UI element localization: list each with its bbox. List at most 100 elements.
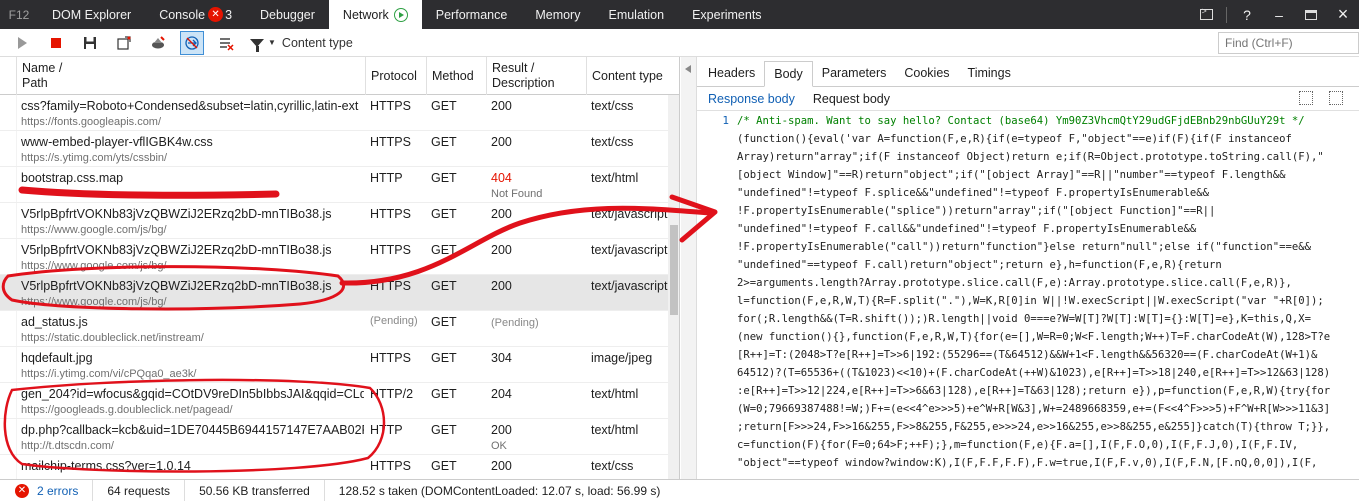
tab-memory[interactable]: Memory (521, 0, 594, 29)
content-type-filter-button[interactable]: ▼ Content type (248, 31, 355, 55)
dock-button[interactable] (1295, 0, 1327, 29)
error-count-link[interactable]: 2 errors (29, 479, 94, 501)
cell-result: 200 (486, 95, 586, 131)
cell-protocol: HTTPS (370, 207, 411, 221)
cell-name: hqdefault.jpg https://i.ytimg.com/vi/cPQq… (16, 347, 364, 383)
request-path: http://t.dtscdn.com/ (21, 440, 114, 452)
tab-headers[interactable]: Headers (699, 60, 764, 86)
collapse-arrow-icon[interactable] (685, 65, 691, 73)
table-row[interactable]: V5rlpBpfrtVOKNb83jVzQBWZiJ2ERzq2bD-mnTIB… (0, 203, 668, 239)
result-code: 200 (491, 459, 512, 473)
status-bar: ✕ 2 errors 64 requests 50.56 KB transfer… (0, 479, 1359, 501)
grid-scrollbar[interactable] (668, 95, 679, 479)
always-download-button[interactable] (180, 30, 204, 55)
table-row[interactable]: mailchip-terms.css?ver=1.0.14 HTTPS GET 200… (0, 455, 668, 479)
cell-content-type: image/jpeg (591, 351, 653, 365)
tab-emulation[interactable]: Emulation (594, 0, 678, 29)
grid-scrollbar-thumb[interactable] (670, 225, 678, 315)
request-path: https://static.doubleclick.net/instream/ (21, 332, 204, 344)
request-name: V5rlpBpfrtVOKNb83jVzQBWZiJ2ERzq2bD-mnTIB… (21, 243, 332, 257)
table-row[interactable]: dp.php?callback=kcb&uid=1DE70445B6944157… (0, 419, 668, 455)
always-refresh-button[interactable] (112, 31, 136, 55)
request-name: V5rlpBpfrtVOKNb83jVzQBWZiJ2ERzq2bD-mnTIB… (21, 279, 332, 293)
cell-content-type: text/html (591, 423, 639, 437)
table-row[interactable]: V5rlpBpfrtVOKNb83jVzQBWZiJ2ERzq2bD-mnTIB… (0, 239, 668, 275)
cell-name: V5rlpBpfrtVOKNb83jVzQBWZiJ2ERzq2bD-mnTIB… (16, 275, 364, 311)
column-method[interactable]: Method (426, 57, 486, 95)
table-row[interactable]: css?family=Roboto+Condensed&subset=latin… (0, 95, 668, 131)
code-line: for(;R.length&&(T=R.shift());)R.length||… (737, 313, 1312, 325)
divider (1226, 6, 1227, 23)
pane-splitter[interactable] (681, 57, 697, 479)
cell-name: dp.php?callback=kcb&uid=1DE70445B6944157… (16, 419, 364, 455)
column-result[interactable]: Result / Description (486, 57, 586, 95)
table-row[interactable]: gen_204?id=wfocus&gqid=COtDV9reDIn5bIbbs… (0, 383, 668, 419)
tab-request-body[interactable]: Request body (813, 92, 890, 106)
code-line: [object Window]"==R)return"object";if("[… (737, 169, 1286, 181)
table-row[interactable]: bootstrap.css.map HTTP GET 404 Not Found text… (0, 167, 668, 203)
table-row[interactable]: www-embed-player-vflIGBK4w.css https://s.… (0, 131, 668, 167)
transferred-size: 50.56 KB transferred (185, 479, 325, 501)
pretty-print-icon[interactable] (1299, 91, 1313, 105)
dock-icon (1305, 9, 1317, 20)
tab-performance[interactable]: Performance (422, 0, 522, 29)
cell-content-type: text/css (591, 459, 634, 473)
code-line: /* Anti-spam. Want to say hello? Contact… (737, 115, 1305, 127)
tab-console[interactable]: Console ✕ 3 (145, 0, 246, 29)
cell-result: 200 (486, 275, 586, 311)
tab-body[interactable]: Body (764, 61, 813, 87)
request-count: 64 requests (93, 479, 186, 501)
table-row[interactable]: hqdefault.jpg https://i.ytimg.com/vi/cPQq… (0, 347, 668, 383)
tab-network-label: Network (342, 7, 389, 22)
column-protocol-label: Protocol (371, 68, 417, 83)
tab-parameters[interactable]: Parameters (813, 60, 896, 86)
minimize-button[interactable]: – (1263, 0, 1295, 29)
tab-cookies[interactable]: Cookies (895, 60, 958, 86)
column-protocol[interactable]: Protocol (365, 57, 426, 95)
help-button[interactable]: ? (1231, 0, 1263, 29)
clear-list-icon (220, 37, 234, 51)
clear-cache-button[interactable] (146, 31, 170, 55)
network-summary-grid: Name / Path Protocol Method Result / Des… (0, 57, 680, 479)
result-code: 200 (491, 99, 512, 113)
clear-entries-button[interactable] (214, 31, 238, 55)
table-row[interactable]: V5rlpBpfrtVOKNb83jVzQBWZiJ2ERzq2bD-mnTIB… (0, 275, 668, 311)
body-view-icons (1283, 91, 1343, 105)
word-wrap-icon[interactable] (1329, 91, 1343, 105)
cell-method: GET (431, 315, 457, 329)
request-name: ad_status.js (21, 315, 88, 329)
request-name: hqdefault.jpg (21, 351, 93, 365)
stop-profiling-button[interactable] (44, 31, 68, 55)
cell-method: GET (431, 423, 457, 437)
tab-debugger[interactable]: Debugger (246, 0, 329, 29)
tab-timings[interactable]: Timings (959, 60, 1020, 86)
cell-content-type: text/css (591, 99, 634, 113)
tab-dom-explorer[interactable]: DOM Explorer (38, 0, 145, 29)
code-line: 64512)?(T=65536+((T&1023)<<10)+(F.charCo… (737, 367, 1331, 379)
tab-response-body[interactable]: Response body (708, 92, 795, 106)
cell-result: 200 (486, 239, 586, 275)
request-path: https://googleads.g.doubleclick.net/page… (21, 404, 233, 416)
code-line: "undefined"!=typeof F.splice&&"undefined… (737, 187, 1209, 199)
content-type-label: Content type (281, 35, 353, 50)
cell-result: 404 Not Found (486, 167, 586, 203)
cell-result: 304 (486, 347, 586, 383)
tab-network[interactable]: Network (328, 0, 422, 29)
dropdown-caret-icon: ▼ (268, 38, 276, 47)
close-button[interactable]: × (1327, 0, 1359, 29)
table-row[interactable]: ad_status.js https://static.doubleclick.n… (0, 311, 668, 347)
response-body-code[interactable]: 1 /* Anti-spam. Want to say hello? Conta… (697, 112, 1359, 479)
export-har-button[interactable] (78, 31, 102, 55)
cell-protocol: HTTP (370, 423, 403, 437)
console-toggle-button[interactable] (1190, 0, 1222, 29)
cell-protocol: HTTPS (370, 243, 411, 257)
f12-label: F12 (8, 7, 30, 22)
request-path: https://i.ytimg.com/vi/cPQqa0_ae3k/ (21, 368, 197, 380)
request-path: https://www.google.com/js/bg/ (21, 296, 167, 308)
column-name[interactable]: Name / Path (16, 57, 365, 95)
find-input[interactable] (1218, 32, 1359, 54)
code-line: !F.propertyIsEnumerable("splice"))return… (737, 205, 1216, 217)
column-content-type[interactable]: Content type (586, 57, 679, 95)
start-profiling-button[interactable] (10, 31, 34, 55)
tab-experiments[interactable]: Experiments (678, 0, 775, 29)
